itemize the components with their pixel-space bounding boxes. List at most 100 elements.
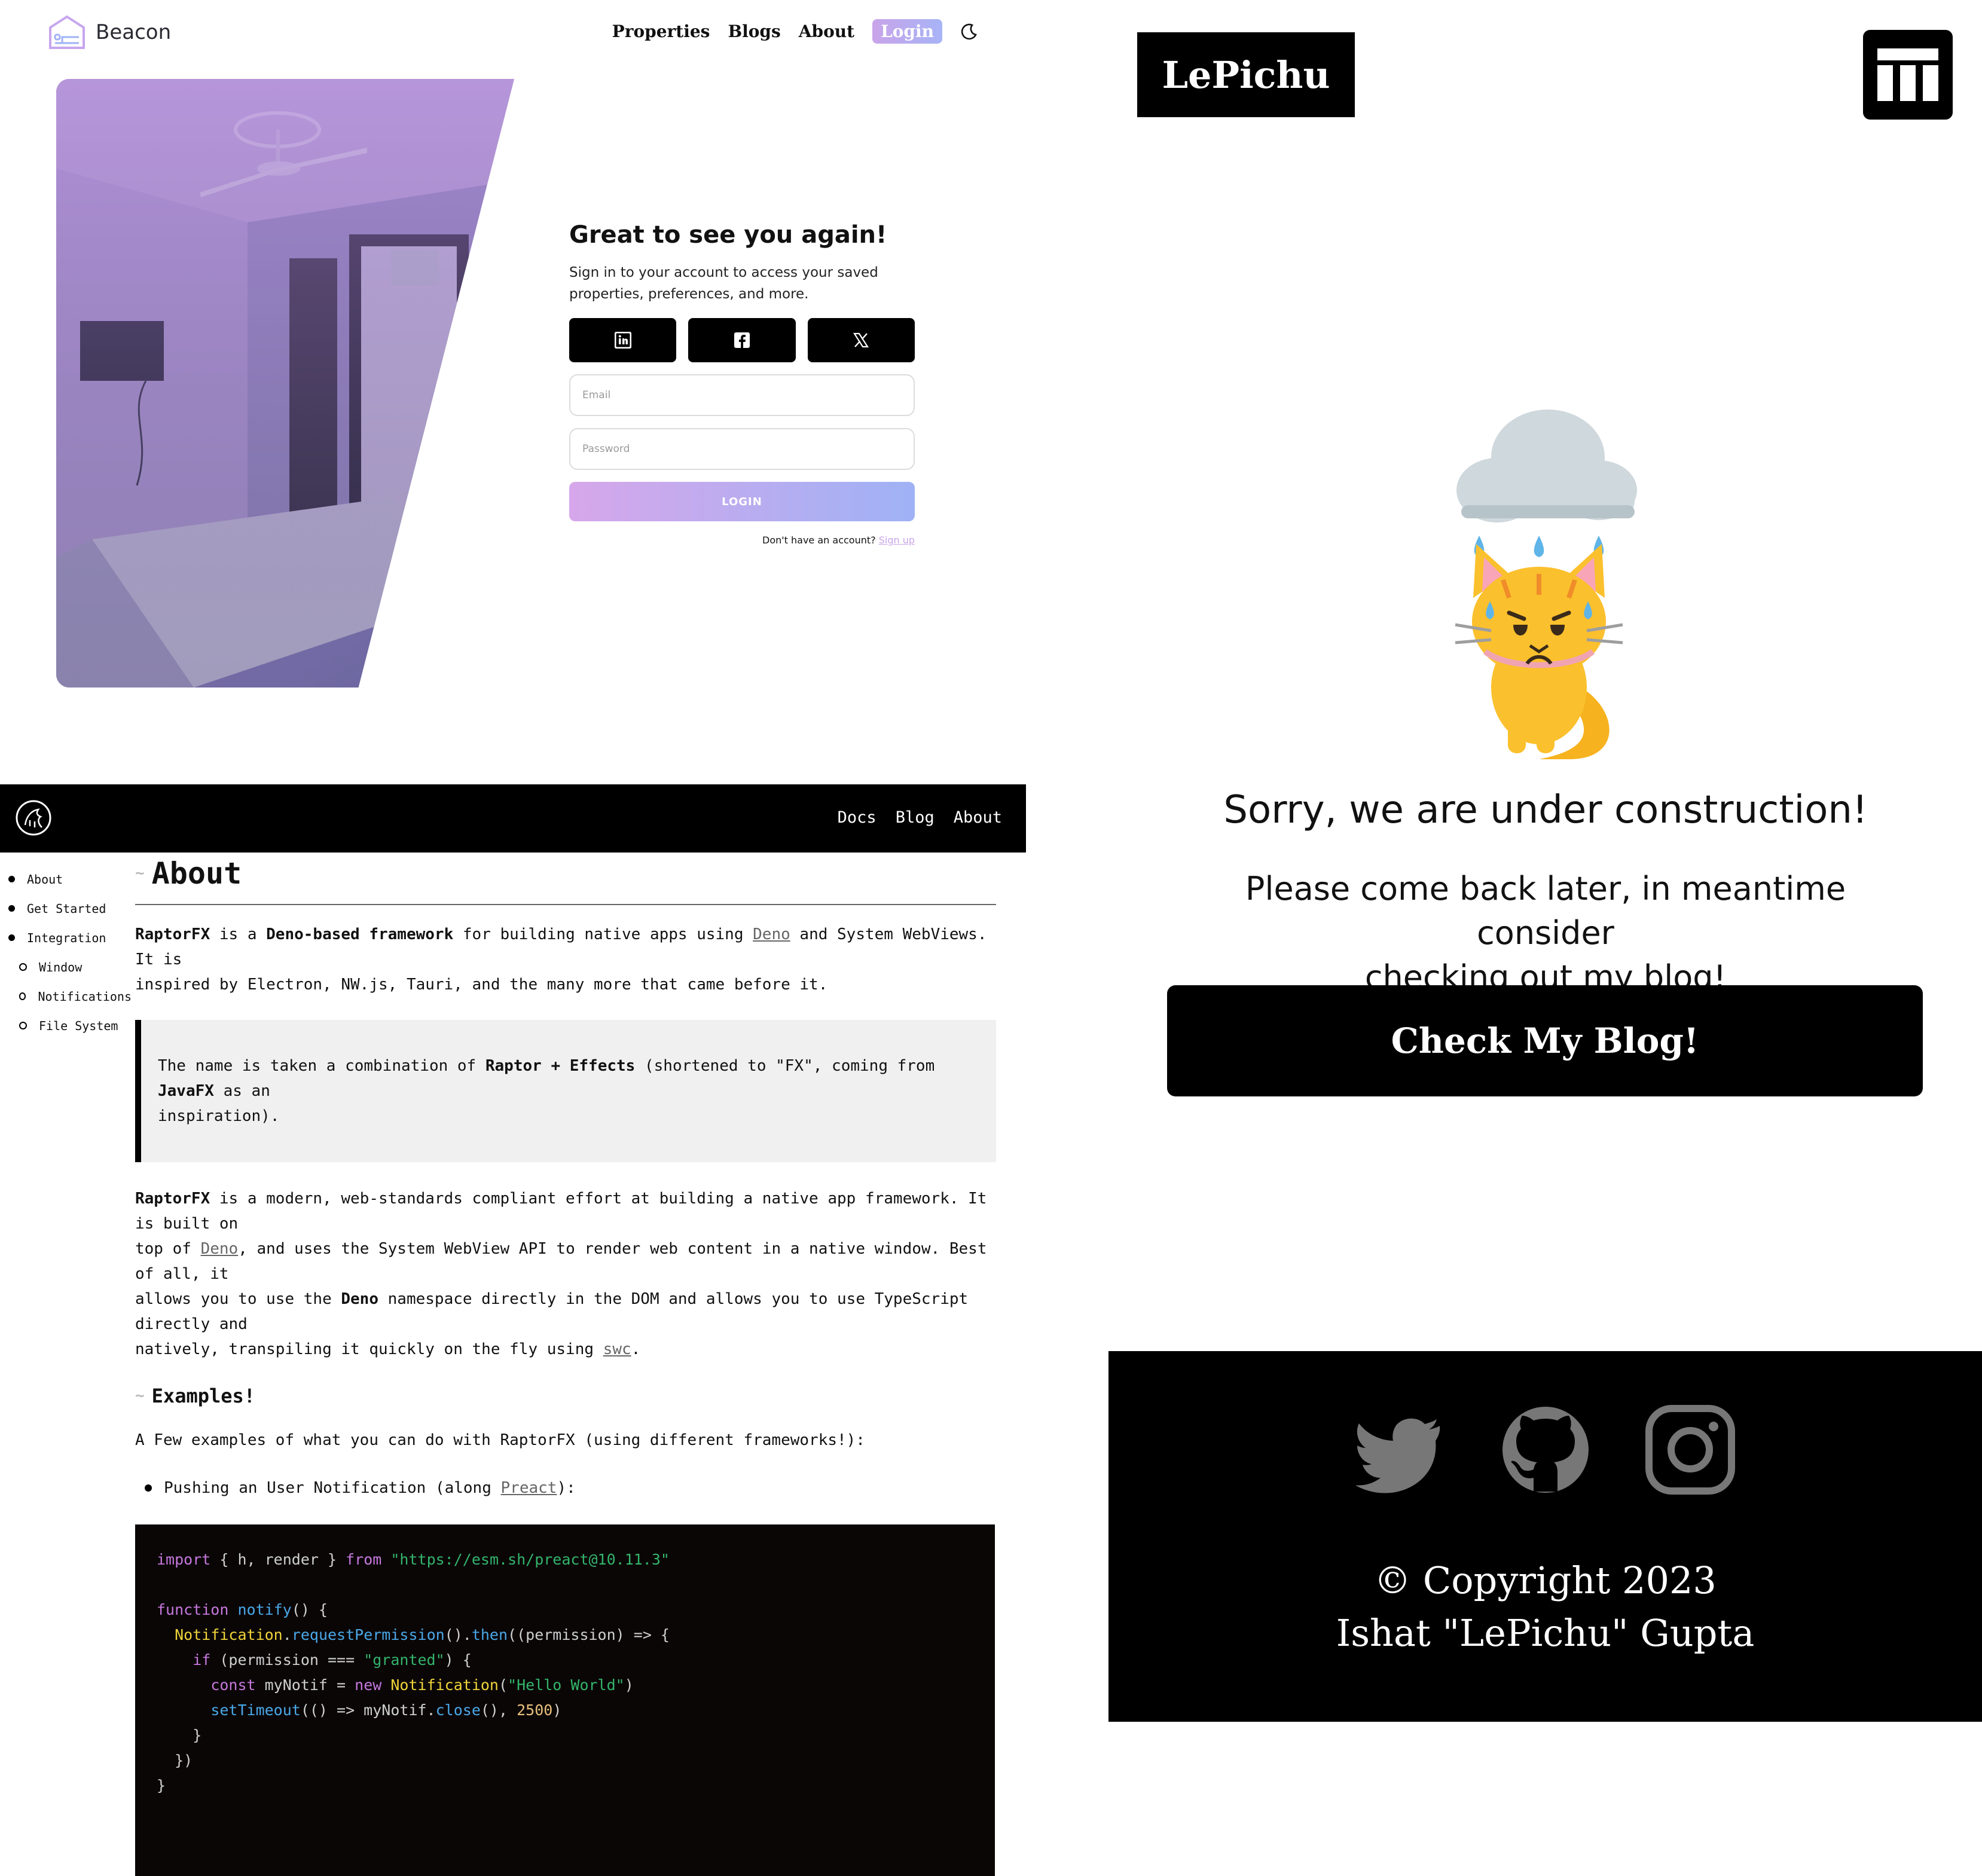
login-subtitle-line2: properties, preferences, and more. [569, 286, 809, 302]
circle-bullet-icon [19, 992, 26, 1000]
copyright-line2: Ishat "LePichu" Gupta [1336, 1611, 1755, 1655]
code-string: "Hello World" [508, 1676, 625, 1694]
email-field[interactable]: Email [569, 374, 915, 416]
text: is a modern, web-standards compliant eff… [135, 1190, 987, 1233]
check-blog-button[interactable]: Check My Blog! [1167, 985, 1923, 1096]
text: Pushing an User Notification (along [164, 1479, 501, 1497]
sidebar-item-label: Integration [27, 930, 106, 945]
code-keyword: function [157, 1601, 229, 1618]
footer-social-links [1108, 1405, 1982, 1495]
bold-text: Deno [341, 1290, 378, 1308]
login-subtitle: Sign in to your account to access your s… [569, 262, 915, 305]
nav-about[interactable]: About [799, 22, 854, 41]
nav-blog[interactable]: Blog [896, 808, 934, 827]
nav-about[interactable]: About [954, 808, 1002, 827]
copyright: © Copyright 2023 Ishat "LePichu" Gupta [1108, 1554, 1982, 1660]
raptorfx-logo-icon[interactable] [14, 799, 53, 837]
bullet-icon [145, 1484, 152, 1492]
preact-link[interactable]: Preact [501, 1479, 557, 1497]
bold-text: JavaFX [158, 1082, 214, 1100]
sidebar-item-window[interactable]: Window [0, 952, 132, 982]
code-string: "granted" [364, 1651, 445, 1669]
swc-link[interactable]: swc [603, 1340, 631, 1358]
code-text: (), [480, 1701, 517, 1719]
text: The name is taken a combination of [158, 1057, 485, 1075]
sidebar-item-label: Notifications [38, 989, 132, 1004]
signup-prompt-text: Don't have an account? [762, 534, 876, 546]
code-text: (() => myNotif. [300, 1701, 436, 1719]
description-paragraph: RaptorFX is a modern, web-standards comp… [135, 1186, 996, 1362]
circle-bullet-icon [19, 963, 27, 971]
password-field[interactable]: Password [569, 428, 915, 470]
anchor-link-icon[interactable]: ~ [135, 1387, 145, 1405]
sidebar-item-about[interactable]: About [0, 864, 132, 894]
bullet-icon [8, 905, 15, 912]
circle-bullet-icon [19, 1022, 27, 1029]
code-text: } [193, 1727, 202, 1744]
bold-text: Deno-based framework [266, 925, 454, 943]
facebook-login-button[interactable] [688, 318, 796, 362]
code-keyword: const [210, 1676, 256, 1694]
code-string: "https://esm.sh/preact@10.11.3" [390, 1551, 670, 1568]
nav-blogs[interactable]: Blogs [728, 22, 780, 41]
moon-icon[interactable] [960, 23, 978, 41]
code-function: then [471, 1626, 508, 1643]
code-function: setTimeout [210, 1701, 301, 1719]
signup-prompt: Don't have an account? Sign up [569, 534, 915, 546]
linkedin-login-button[interactable] [569, 318, 677, 362]
code-keyword: from [346, 1551, 382, 1568]
twitter-icon[interactable] [1355, 1405, 1446, 1495]
login-submit-button[interactable]: LOGIN [569, 482, 915, 521]
bedroom-photo [56, 79, 514, 688]
sidebar-item-get-started[interactable]: Get Started [0, 894, 132, 923]
code-keyword: new [355, 1676, 382, 1694]
copyright-line1: © Copyright 2023 [1374, 1559, 1717, 1602]
code-text: ((permission) => { [508, 1626, 670, 1643]
menu-button[interactable] [1863, 30, 1953, 120]
text: is a [210, 925, 267, 943]
sidebar-item-integration[interactable]: Integration [0, 923, 132, 952]
code-text: { h, render } [210, 1551, 346, 1568]
text: , and uses the System WebView API to ren… [135, 1240, 987, 1283]
code-function: requestPermission [291, 1626, 445, 1643]
github-icon[interactable] [1501, 1405, 1590, 1495]
code-text: () { [291, 1601, 328, 1618]
bold-text: RaptorFX [135, 925, 210, 943]
house-bed-icon [49, 15, 85, 49]
code-number: 2500 [517, 1701, 553, 1719]
login-title: Great to see you again! [569, 221, 887, 249]
deno-link[interactable]: Deno [753, 925, 790, 943]
examples-heading-text: Examples! [151, 1385, 256, 1407]
table-layout-icon [1877, 48, 1938, 101]
page-title: ~ About [135, 856, 996, 905]
login-subtitle-line1: Sign in to your account to access your s… [569, 265, 878, 280]
sidebar-item-notifications[interactable]: Notifications [0, 982, 132, 1011]
code-text: myNotif = [255, 1676, 355, 1694]
cat [1455, 544, 1623, 759]
x-login-button[interactable] [807, 318, 915, 362]
brand-name: Beacon [96, 20, 172, 44]
text: natively, transpiling it quickly on the … [135, 1340, 603, 1358]
signup-link[interactable]: Sign up [879, 534, 915, 546]
sidebar-item-file-system[interactable]: File System [0, 1011, 132, 1040]
text: as an [213, 1082, 270, 1100]
nav-properties[interactable]: Properties [612, 22, 710, 41]
lepichu-logo[interactable]: LePichu [1137, 32, 1355, 117]
top-nav: Properties Blogs About Login [612, 19, 978, 44]
anchor-link-icon[interactable]: ~ [135, 864, 145, 882]
text: allows you to use the [135, 1290, 341, 1308]
login-form: Great to see you again! Sign in to your … [569, 221, 915, 546]
name-origin-blockquote: The name is taken a combination of Rapto… [135, 1020, 996, 1162]
login-nav-button[interactable]: Login [872, 19, 942, 44]
beacon-logo[interactable]: Beacon [47, 13, 171, 51]
nav-docs[interactable]: Docs [838, 808, 877, 827]
bullet-icon [8, 934, 15, 941]
linkedin-icon [614, 332, 631, 349]
deno-link[interactable]: Deno [201, 1240, 239, 1258]
x-icon [853, 332, 869, 348]
code-block[interactable]: import { h, render } from "https://esm.s… [135, 1524, 995, 1876]
text: . [631, 1340, 641, 1358]
instagram-icon[interactable] [1645, 1405, 1735, 1495]
list-item: Pushing an User Notification (along Prea… [145, 1475, 996, 1501]
sidebar-item-label: Get Started [27, 901, 106, 916]
